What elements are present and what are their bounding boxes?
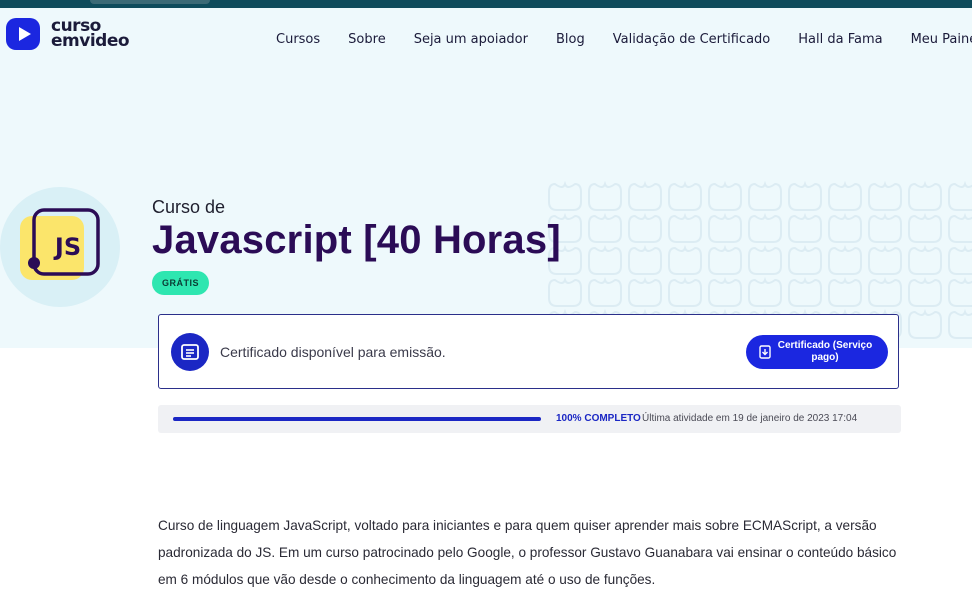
pattern-shape	[828, 276, 862, 307]
pattern-shape	[628, 180, 662, 211]
pattern-shape	[668, 244, 702, 275]
pattern-shape	[828, 180, 862, 211]
pattern-shape	[548, 276, 582, 307]
js-icon-label: JS	[53, 233, 81, 261]
pattern-shape	[708, 180, 742, 211]
pattern-shape	[748, 212, 782, 243]
nav-cursos[interactable]: Cursos	[276, 32, 320, 47]
pattern-shape	[948, 276, 972, 307]
pattern-shape	[588, 244, 622, 275]
pattern-shape	[628, 276, 662, 307]
pattern-shape	[868, 212, 902, 243]
pattern-shape	[788, 180, 822, 211]
page-title: Javascript [40 Horas]	[152, 218, 561, 262]
pattern-shape	[948, 308, 972, 339]
play-logo-icon	[6, 18, 40, 50]
pattern-shape	[788, 276, 822, 307]
nav-sobre[interactable]: Sobre	[348, 32, 386, 47]
pattern-shape	[908, 212, 942, 243]
js-badge-icon: JS	[20, 208, 100, 280]
pattern-shape	[948, 212, 972, 243]
certificate-message: Certificado disponível para emissão.	[220, 344, 446, 360]
pattern-shape	[908, 244, 942, 275]
last-activity: Última atividade em 19 de janeiro de 202…	[642, 413, 858, 424]
nav-seja-apoiador[interactable]: Seja um apoiador	[414, 32, 528, 47]
download-icon	[759, 345, 771, 359]
pattern-shape	[788, 244, 822, 275]
pattern-shape	[868, 180, 902, 211]
browser-tab-remnant	[90, 0, 210, 4]
pattern-shape	[828, 244, 862, 275]
pattern-shape	[908, 276, 942, 307]
pattern-shape	[748, 180, 782, 211]
pattern-shape	[588, 180, 622, 211]
nav-validacao-certificado[interactable]: Validação de Certificado	[613, 32, 771, 47]
pattern-shape	[588, 212, 622, 243]
course-prefix: Curso de	[152, 197, 226, 217]
pattern-shape	[748, 276, 782, 307]
pattern-shape	[948, 244, 972, 275]
logo-wordmark: curso emvideo	[51, 18, 130, 51]
certificate-button[interactable]: Certificado (Serviço pago)	[746, 335, 888, 369]
pattern-shape	[668, 212, 702, 243]
nav-blog[interactable]: Blog	[556, 32, 585, 47]
pattern-shape	[588, 276, 622, 307]
logo-line-2: emvideo	[51, 31, 130, 51]
pattern-shape	[868, 276, 902, 307]
pattern-shape	[628, 244, 662, 275]
certificate-button-label: Certificado (Serviço pago)	[777, 340, 873, 363]
progress-percent: 100% COMPLETO	[556, 413, 641, 424]
nav-hall-da-fama[interactable]: Hall da Fama	[798, 32, 882, 47]
progress-bar	[173, 417, 541, 421]
free-badge: GRÁTIS	[152, 271, 210, 295]
course-description: Curso de linguagem JavaScript, voltado p…	[158, 517, 897, 587]
site-logo[interactable]: curso emvideo	[5, 16, 130, 52]
certificate-icon	[171, 333, 209, 371]
hero-section	[0, 8, 972, 348]
pattern-shape	[828, 212, 862, 243]
nav-meu-painel[interactable]: Meu Painel	[911, 32, 972, 47]
pattern-shape	[908, 308, 942, 339]
pattern-shape	[788, 212, 822, 243]
pattern-shape	[668, 276, 702, 307]
pattern-shape	[908, 180, 942, 211]
pattern-shape	[868, 244, 902, 275]
main-nav: Cursos Sobre Seja um apoiador Blog Valid…	[276, 32, 972, 47]
progress-fill	[173, 417, 541, 421]
pattern-shape	[668, 180, 702, 211]
pattern-shape	[548, 180, 582, 211]
pattern-shape	[708, 212, 742, 243]
pattern-shape	[708, 276, 742, 307]
certificate-card: Certificado disponível para emissão. Cer…	[158, 314, 899, 389]
pattern-shape	[628, 212, 662, 243]
pattern-shape	[948, 180, 972, 211]
progress-panel: 100% COMPLETO Última atividade em 19 de …	[158, 405, 901, 433]
pattern-shape	[708, 244, 742, 275]
pattern-shape	[748, 244, 782, 275]
top-strip	[0, 0, 972, 8]
